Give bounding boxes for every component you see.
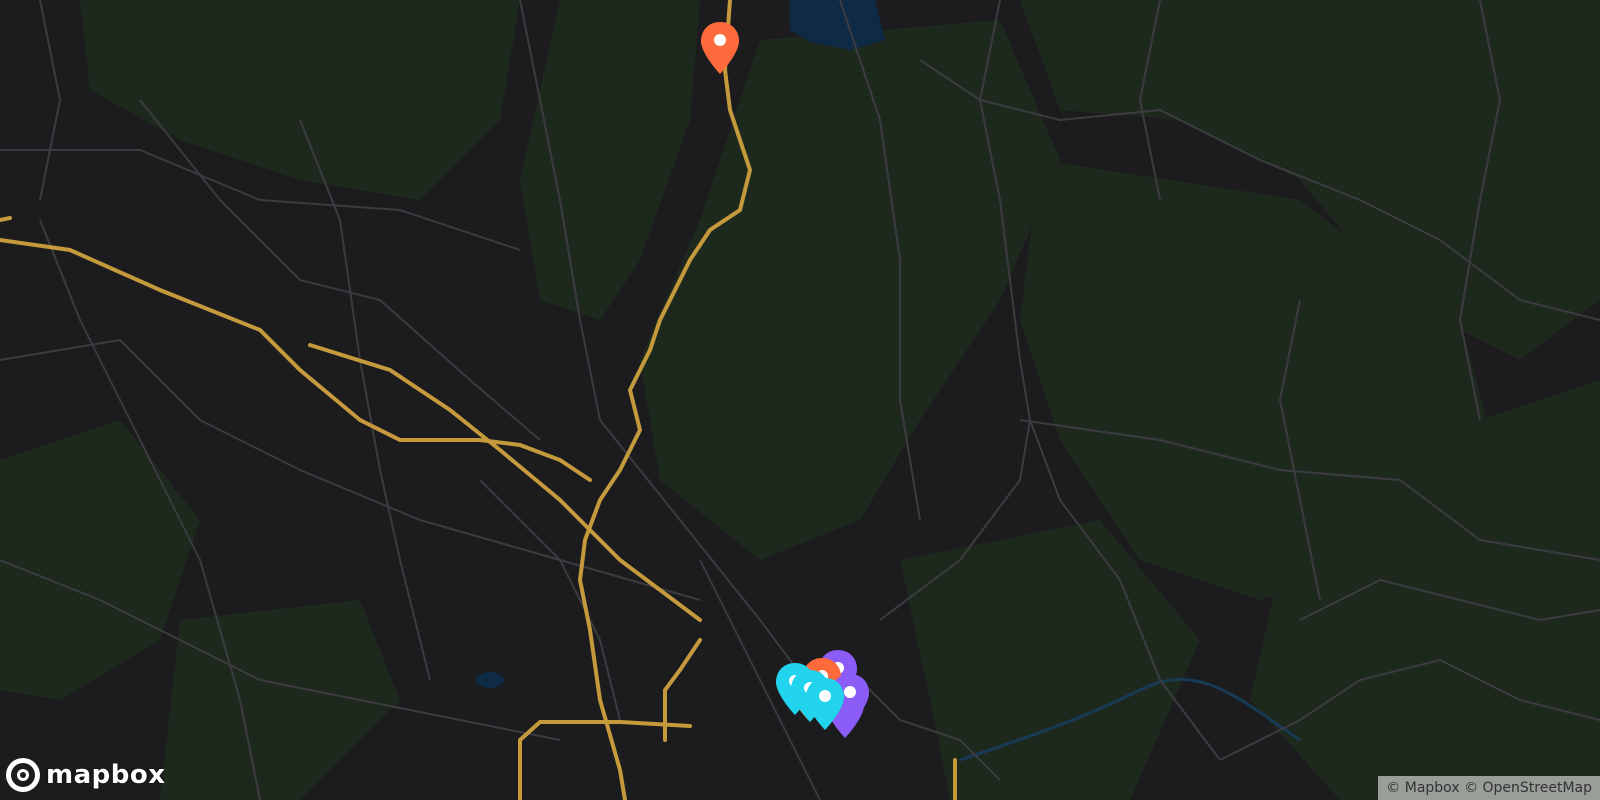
map-pin-icon [806,678,844,730]
mapbox-logo-text: mapbox [46,760,166,790]
map-pin-icon [701,22,739,74]
map-canvas[interactable] [0,0,1600,800]
map-marker-pin[interactable] [698,20,742,76]
attribution-mapbox-link[interactable]: © Mapbox [1386,780,1459,796]
mapbox-logo[interactable]: mapbox [6,758,166,792]
attribution-osm-link[interactable]: © OpenStreetMap [1464,780,1592,796]
map-marker-pin[interactable] [803,676,847,732]
map-attribution: © Mapbox © OpenStreetMap [1378,776,1600,800]
mapbox-logo-icon [6,758,40,792]
